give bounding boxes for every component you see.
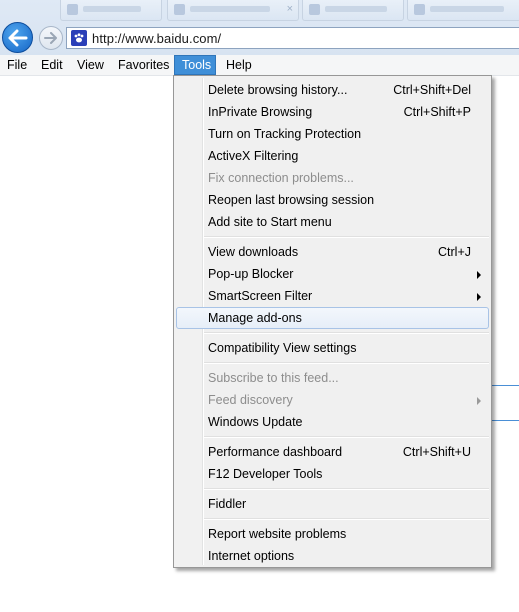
menu-item-report-website-problems[interactable]: Report website problems [176, 523, 489, 545]
tab-title-blurred [325, 6, 387, 12]
menu-item-label: Manage add-ons [208, 311, 302, 325]
tools-dropdown-menu: Delete browsing history... Ctrl+Shift+Del… [173, 75, 492, 568]
page-divider [492, 385, 519, 386]
menu-item-label: Internet options [208, 549, 295, 563]
menu-separator [204, 332, 489, 334]
menu-item-label: View downloads [208, 245, 299, 259]
tab-title-blurred [430, 6, 504, 12]
menu-item-label: Report website problems [208, 527, 347, 541]
menu-help[interactable]: Help [219, 55, 259, 75]
tab-title-blurred [190, 6, 270, 12]
menu-item-label: Turn on Tracking Protection [208, 127, 362, 141]
page-divider [492, 420, 519, 421]
menu-item-windows-update[interactable]: Windows Update [176, 411, 489, 433]
menu-item-label: InPrivate Browsing [208, 105, 313, 119]
menu-item-f12-developer-tools[interactable]: F12 Developer Tools [176, 463, 489, 485]
menu-separator [204, 236, 489, 238]
forward-button[interactable] [39, 26, 63, 50]
menu-bar: File Edit View Favorites Tools Help [0, 55, 519, 76]
baidu-paw-icon [71, 30, 87, 46]
menu-item-label: Compatibility View settings [208, 341, 357, 355]
menu-separator [204, 488, 489, 490]
menu-separator [204, 362, 489, 364]
menu-separator [204, 518, 489, 520]
browser-tab[interactable] [302, 0, 404, 21]
tab-favicon-icon [174, 4, 185, 15]
menu-item-shortcut: Ctrl+J [438, 245, 471, 259]
menu-item-label: Pop-up Blocker [208, 267, 294, 281]
menu-view[interactable]: View [70, 55, 111, 75]
menu-item-label: Subscribe to this feed... [208, 371, 339, 385]
tab-favicon-icon [309, 4, 320, 15]
url-text[interactable]: http://www.baidu.com/ [92, 31, 221, 46]
back-arrow-icon [8, 29, 27, 46]
menu-edit[interactable]: Edit [34, 55, 70, 75]
menu-item-label: Fix connection problems... [208, 171, 354, 185]
menu-item-label: Performance dashboard [208, 445, 343, 459]
menu-item-reopen-last-browsing-session[interactable]: Reopen last browsing session [176, 189, 489, 211]
menu-item-performance-dashboard[interactable]: Performance dashboard Ctrl+Shift+U [176, 441, 489, 463]
menu-item-shortcut: Ctrl+Shift+U [402, 445, 471, 459]
submenu-arrow-icon [477, 397, 481, 405]
browser-tab[interactable] [60, 0, 162, 21]
browser-tab[interactable] [407, 0, 519, 21]
menu-item-compatibility-view-settings[interactable]: Compatibility View settings [176, 337, 489, 359]
menu-item-internet-options[interactable]: Internet options [176, 545, 489, 567]
submenu-arrow-icon [477, 271, 481, 279]
menu-item-label: Fiddler [208, 497, 247, 511]
menu-item-subscribe-to-this-feed[interactable]: Subscribe to this feed... [176, 367, 489, 389]
menu-item-view-downloads[interactable]: View downloads Ctrl+J [176, 241, 489, 263]
menu-item-manage-add-ons[interactable]: Manage add-ons [176, 307, 489, 329]
menu-item-shortcut: Ctrl+Shift+Del [393, 83, 471, 97]
menu-item-feed-discovery[interactable]: Feed discovery [176, 389, 489, 411]
menu-item-add-site-to-start-menu[interactable]: Add site to Start menu [176, 211, 489, 233]
menu-item-inprivate-browsing[interactable]: InPrivate Browsing Ctrl+Shift+P [176, 101, 489, 123]
menu-favorites[interactable]: Favorites [111, 55, 176, 75]
submenu-arrow-icon [477, 293, 481, 301]
menu-item-activex-filtering[interactable]: ActiveX Filtering [176, 145, 489, 167]
menu-item-smartscreen-filter[interactable]: SmartScreen Filter [176, 285, 489, 307]
menu-item-delete-browsing-history[interactable]: Delete browsing history... Ctrl+Shift+Del [176, 79, 489, 101]
menu-item-label: Reopen last browsing session [208, 193, 375, 207]
menu-item-label: Feed discovery [208, 393, 293, 407]
menu-item-label: SmartScreen Filter [208, 289, 313, 303]
back-button[interactable] [2, 22, 33, 53]
menu-item-turn-on-tracking-protection[interactable]: Turn on Tracking Protection [176, 123, 489, 145]
browser-chrome: × http://www.baidu.com/ [0, 0, 519, 55]
menu-item-label: F12 Developer Tools [208, 467, 323, 481]
address-bar[interactable]: http://www.baidu.com/ [66, 27, 519, 49]
menu-item-label: Delete browsing history... [208, 83, 348, 97]
menu-item-fiddler[interactable]: Fiddler [176, 493, 489, 515]
menu-item-label: Add site to Start menu [208, 215, 332, 229]
menu-file[interactable]: File [0, 55, 34, 75]
tab-close-icon[interactable]: × [287, 3, 293, 15]
tab-favicon-icon [414, 4, 425, 15]
forward-arrow-icon [44, 32, 57, 44]
menu-item-pop-up-blocker[interactable]: Pop-up Blocker [176, 263, 489, 285]
menu-item-label: Windows Update [208, 415, 303, 429]
tab-strip: × [60, 0, 519, 21]
tab-title-blurred [83, 6, 141, 12]
browser-tab[interactable]: × [167, 0, 299, 21]
menu-item-fix-connection-problems[interactable]: Fix connection problems... [176, 167, 489, 189]
tab-favicon-icon [67, 4, 78, 15]
menu-separator [204, 436, 489, 438]
menu-tools[interactable]: Tools [174, 55, 216, 75]
menu-item-shortcut: Ctrl+Shift+P [403, 105, 471, 119]
menu-item-label: ActiveX Filtering [208, 149, 299, 163]
